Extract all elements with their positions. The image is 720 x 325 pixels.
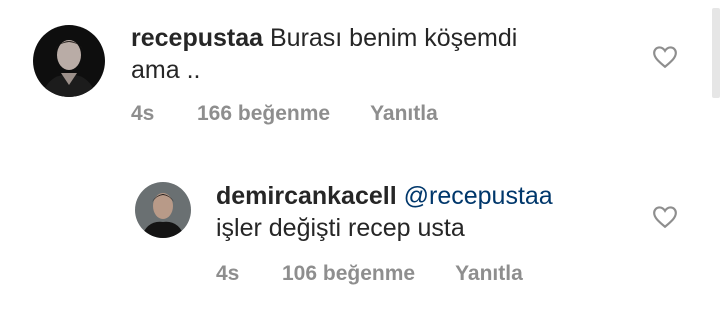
- username[interactable]: recepustaa: [131, 24, 263, 52]
- reply-button[interactable]: Yanıtla: [370, 102, 438, 126]
- comment-meta: 4s 166 beğenme Yanıtla: [131, 102, 438, 126]
- comment-meta: 4s 106 beğenme Yanıtla: [216, 262, 523, 286]
- comment-text: recepustaa Burası benim köşemdi ama ..: [131, 22, 591, 86]
- heart-outline-icon[interactable]: [652, 205, 678, 229]
- reply-button[interactable]: Yanıtla: [455, 262, 523, 286]
- comment-body: Burası benim köşemdi: [269, 24, 518, 52]
- mention-link[interactable]: @recepustaa: [404, 182, 553, 210]
- like-count[interactable]: 166 beğenme: [197, 102, 330, 126]
- heart-outline-icon[interactable]: [652, 45, 678, 69]
- comment-body-continued: ama ..: [131, 56, 201, 84]
- avatar[interactable]: [135, 182, 191, 238]
- comment-text: demircankacell @recepustaa işler değişti…: [216, 180, 636, 244]
- timestamp: 4s: [216, 262, 240, 285]
- like-count[interactable]: 106 beğenme: [282, 262, 415, 286]
- reply-comment: demircankacell @recepustaa işler değişti…: [0, 160, 720, 325]
- avatar[interactable]: [33, 25, 105, 97]
- comment: recepustaa Burası benim köşemdi ama .. 4…: [0, 0, 720, 140]
- username[interactable]: demircankacell: [216, 182, 397, 210]
- timestamp: 4s: [131, 102, 155, 125]
- comment-body: işler değişti recep usta: [216, 214, 465, 242]
